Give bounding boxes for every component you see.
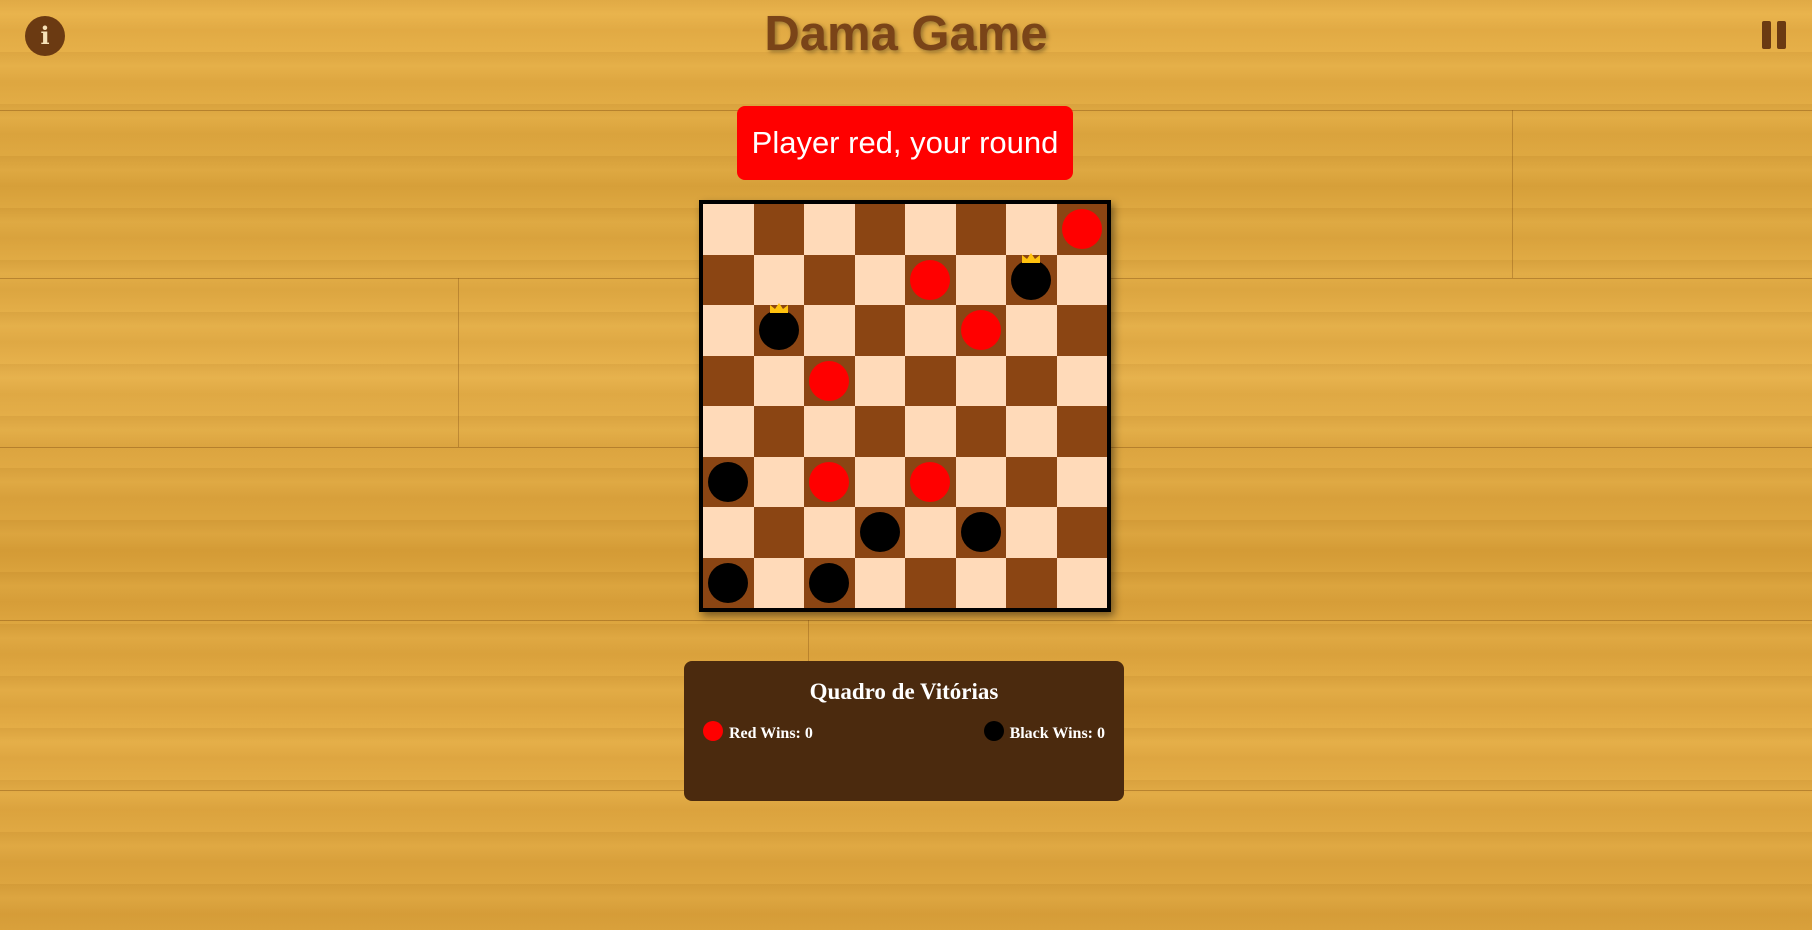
board-square[interactable] bbox=[703, 507, 754, 558]
red-wins-label: Red Wins: 0 bbox=[729, 725, 813, 742]
black-piece[interactable] bbox=[960, 512, 1001, 553]
board-square[interactable] bbox=[703, 204, 754, 255]
board-square[interactable] bbox=[1006, 406, 1057, 457]
red-piece[interactable] bbox=[910, 461, 951, 502]
board-square[interactable] bbox=[1006, 355, 1057, 406]
board-square[interactable] bbox=[804, 507, 855, 558]
board-square[interactable] bbox=[955, 406, 1006, 457]
board-square[interactable] bbox=[955, 305, 1006, 356]
black-piece[interactable] bbox=[859, 512, 900, 553]
board-square[interactable] bbox=[804, 305, 855, 356]
crown-icon bbox=[1022, 252, 1041, 263]
board-square[interactable] bbox=[955, 355, 1006, 406]
board-square[interactable] bbox=[905, 456, 956, 507]
board-square[interactable] bbox=[804, 355, 855, 406]
black-wins-label: Black Wins: 0 bbox=[1009, 725, 1105, 742]
board-square[interactable] bbox=[753, 303, 804, 356]
board-square[interactable] bbox=[955, 507, 1006, 558]
turn-status: Player red, your round bbox=[737, 106, 1073, 180]
board-square[interactable] bbox=[753, 456, 804, 507]
red-piece-icon bbox=[703, 721, 723, 741]
board-square[interactable] bbox=[905, 355, 956, 406]
game-board[interactable] bbox=[699, 200, 1111, 612]
board-square[interactable] bbox=[753, 406, 804, 457]
board-square[interactable] bbox=[854, 305, 905, 356]
board-square[interactable] bbox=[804, 557, 855, 608]
board-square[interactable] bbox=[1006, 507, 1057, 558]
board-square[interactable] bbox=[804, 406, 855, 457]
black-king-piece[interactable] bbox=[758, 303, 799, 351]
board-square[interactable] bbox=[1056, 254, 1107, 305]
board-square[interactable] bbox=[905, 507, 956, 558]
board-square[interactable] bbox=[854, 456, 905, 507]
red-piece[interactable] bbox=[910, 259, 951, 300]
black-king-piece[interactable] bbox=[1011, 252, 1052, 300]
board-square[interactable] bbox=[1056, 305, 1107, 356]
black-piece[interactable] bbox=[708, 562, 749, 603]
page-title: Dama Game bbox=[764, 7, 1048, 61]
scoreboard: Quadro de Vitórias Red Wins: 0 Black Win… bbox=[684, 661, 1124, 801]
board-square[interactable] bbox=[1006, 305, 1057, 356]
board-square[interactable] bbox=[703, 305, 754, 356]
board-square[interactable] bbox=[753, 204, 804, 255]
board-square[interactable] bbox=[1006, 204, 1057, 255]
board-square[interactable] bbox=[1056, 355, 1107, 406]
board-square[interactable] bbox=[905, 254, 956, 305]
board-square[interactable] bbox=[753, 254, 804, 305]
red-piece[interactable] bbox=[960, 310, 1001, 351]
pause-icon[interactable] bbox=[1762, 21, 1788, 49]
board-square[interactable] bbox=[703, 355, 754, 406]
black-wins: Black Wins: 0 bbox=[983, 721, 1105, 743]
board-square[interactable] bbox=[1056, 406, 1107, 457]
board-square[interactable] bbox=[1056, 507, 1107, 558]
board-square[interactable] bbox=[753, 507, 804, 558]
board-square[interactable] bbox=[1006, 456, 1057, 507]
scoreboard-title: Quadro de Vitórias bbox=[809, 679, 999, 704]
red-wins: Red Wins: 0 bbox=[703, 721, 813, 743]
board-square[interactable] bbox=[955, 254, 1006, 305]
board-square[interactable] bbox=[804, 254, 855, 305]
board-square[interactable] bbox=[905, 204, 956, 255]
board-square[interactable] bbox=[955, 204, 1006, 255]
board-square[interactable] bbox=[955, 557, 1006, 608]
board-square[interactable] bbox=[854, 355, 905, 406]
crown-icon bbox=[769, 303, 788, 314]
board-square[interactable] bbox=[1056, 557, 1107, 608]
board-square[interactable] bbox=[905, 557, 956, 608]
board-square[interactable] bbox=[905, 406, 956, 457]
board-square[interactable] bbox=[703, 406, 754, 457]
board-square[interactable] bbox=[804, 204, 855, 255]
red-piece[interactable] bbox=[809, 461, 850, 502]
black-piece[interactable] bbox=[809, 562, 850, 603]
board-square[interactable] bbox=[703, 254, 754, 305]
info-icon[interactable]: i bbox=[25, 16, 65, 56]
board-square[interactable] bbox=[854, 406, 905, 457]
board-square[interactable] bbox=[1056, 456, 1107, 507]
board-square[interactable] bbox=[905, 305, 956, 356]
board-square[interactable] bbox=[1056, 204, 1107, 255]
board-square[interactable] bbox=[1006, 252, 1057, 305]
board-square[interactable] bbox=[1006, 557, 1057, 608]
board-square[interactable] bbox=[703, 456, 754, 507]
board-square[interactable] bbox=[955, 456, 1006, 507]
black-piece[interactable] bbox=[708, 461, 749, 502]
board-square[interactable] bbox=[804, 456, 855, 507]
red-piece[interactable] bbox=[809, 360, 850, 401]
board-square[interactable] bbox=[753, 557, 804, 608]
board-square[interactable] bbox=[854, 557, 905, 608]
red-piece[interactable] bbox=[1061, 209, 1102, 250]
black-piece-icon bbox=[983, 721, 1004, 741]
board-square[interactable] bbox=[854, 507, 905, 558]
board-square[interactable] bbox=[854, 254, 905, 305]
board-square[interactable] bbox=[753, 355, 804, 406]
board-square[interactable] bbox=[854, 204, 905, 255]
board-square[interactable] bbox=[703, 557, 754, 608]
